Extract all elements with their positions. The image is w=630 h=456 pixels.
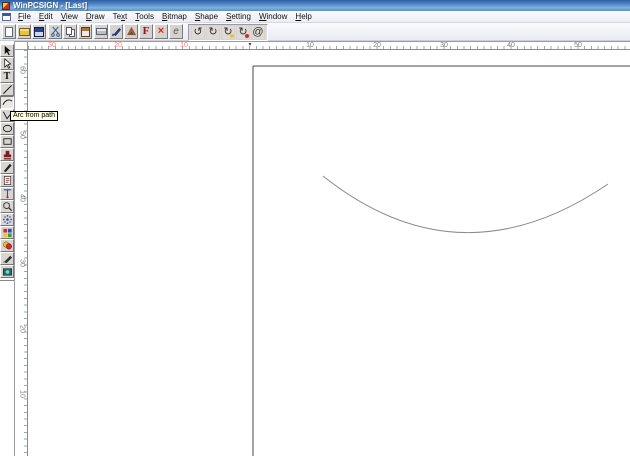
menu-item-shape[interactable]: Shape	[191, 11, 222, 23]
dimension-tool[interactable]	[0, 187, 14, 200]
toolbar-group-1	[2, 24, 46, 39]
rotate-red-icon[interactable]: ↻	[236, 25, 250, 40]
text-color-icon[interactable]	[124, 24, 138, 39]
document-icon[interactable]	[2, 13, 11, 21]
menu-item-help[interactable]: Help	[291, 11, 315, 23]
node-edit-tool[interactable]	[0, 57, 14, 70]
zoom-tool[interactable]	[0, 200, 14, 213]
hruler-label-30: 30	[440, 42, 448, 49]
rotate-yellow-icon[interactable]: ↻	[221, 25, 235, 40]
paste-icon[interactable]	[78, 24, 92, 39]
stamp-tool[interactable]	[0, 148, 14, 161]
menu-item-draw[interactable]: Draw	[82, 11, 109, 23]
tool-palette: T	[0, 44, 14, 284]
pen-icon[interactable]	[109, 24, 123, 39]
horizontal-ruler: 30 20 10 10 20 30 40 50 ▾	[28, 41, 630, 50]
text-tool[interactable]: T	[0, 70, 14, 83]
ruler-corner	[14, 41, 28, 50]
hruler-label-10: 10	[180, 42, 188, 49]
hruler-origin-marker: ▾	[248, 41, 251, 48]
canvas-drawing	[28, 50, 630, 456]
vruler-label-50: 50	[18, 131, 25, 139]
main-toolbar: F×e↺↻↻↻@	[0, 23, 630, 41]
vruler-label-10: 10	[18, 390, 25, 398]
euro-style-icon[interactable]: e	[169, 24, 183, 39]
hruler-label-30: 30	[48, 42, 56, 49]
vruler-label-20: 20	[18, 325, 25, 333]
ellipse-tool[interactable]	[0, 122, 14, 135]
hruler-label-20: 20	[114, 42, 122, 49]
menu-bar: FileEditViewDrawTextToolsBitmapShapeSett…	[0, 11, 630, 23]
arc-ccw-icon[interactable]: ↺	[191, 25, 205, 40]
open-icon[interactable]	[17, 24, 31, 39]
spray-tool[interactable]	[0, 213, 14, 226]
application-window: WinPCSIGN - [Last] FileEditViewDrawTextT…	[0, 0, 630, 456]
pencil-tool[interactable]	[0, 161, 14, 174]
toolbar-group-2	[48, 24, 92, 39]
rectangle-tool[interactable]	[0, 135, 14, 148]
menu-item-tools[interactable]: Tools	[131, 11, 158, 23]
cut-icon[interactable]	[48, 24, 62, 39]
menu-item-text[interactable]: Text	[109, 11, 132, 23]
arc-from-path-tool[interactable]	[0, 96, 14, 109]
weld-tool[interactable]	[0, 239, 14, 252]
menu-item-file[interactable]: File	[14, 11, 35, 23]
menu-item-setting[interactable]: Setting	[222, 11, 255, 23]
vruler-label-60: 60	[18, 66, 25, 74]
print-icon[interactable]	[94, 24, 108, 39]
copy-icon[interactable]	[63, 24, 77, 39]
app-icon	[2, 2, 10, 10]
save-icon[interactable]	[32, 24, 46, 39]
delete-icon[interactable]: ×	[154, 24, 168, 39]
menu-item-view[interactable]: View	[57, 11, 82, 23]
drawing-canvas[interactable]	[28, 50, 630, 456]
palette-tool[interactable]	[0, 226, 14, 239]
menu-item-window[interactable]: Window	[255, 11, 291, 23]
hruler-label-20: 20	[373, 42, 381, 49]
spiral-icon[interactable]: @	[251, 25, 265, 40]
toolbar-group-4: ↺↻↻↻@	[188, 24, 268, 41]
knife-tool[interactable]	[0, 252, 14, 265]
page-marks-tool[interactable]	[0, 174, 14, 187]
font-icon[interactable]: F	[139, 24, 153, 39]
hruler-label-50: 50	[574, 42, 582, 49]
vruler-label-40: 40	[18, 194, 25, 202]
new-icon[interactable]	[2, 24, 16, 39]
window-title: WinPCSIGN - [Last]	[13, 0, 87, 11]
tool-tooltip: Arc from path	[10, 111, 58, 121]
hruler-label-40: 40	[507, 42, 515, 49]
arc-cw-icon[interactable]: ↻	[206, 25, 220, 40]
scan-tool[interactable]	[0, 265, 14, 278]
line-tool[interactable]	[0, 83, 14, 96]
hruler-label-10: 10	[306, 42, 314, 49]
select-tool[interactable]	[0, 44, 14, 57]
vruler-label-30: 30	[18, 259, 25, 267]
menu-item-edit[interactable]: Edit	[35, 11, 57, 23]
toolbar-group-3: F×e	[94, 24, 183, 39]
title-bar[interactable]: WinPCSIGN - [Last]	[0, 0, 630, 11]
menu-item-bitmap[interactable]: Bitmap	[158, 11, 191, 23]
arc-curve[interactable]	[323, 176, 608, 233]
tool-palette-divider	[0, 280, 14, 284]
